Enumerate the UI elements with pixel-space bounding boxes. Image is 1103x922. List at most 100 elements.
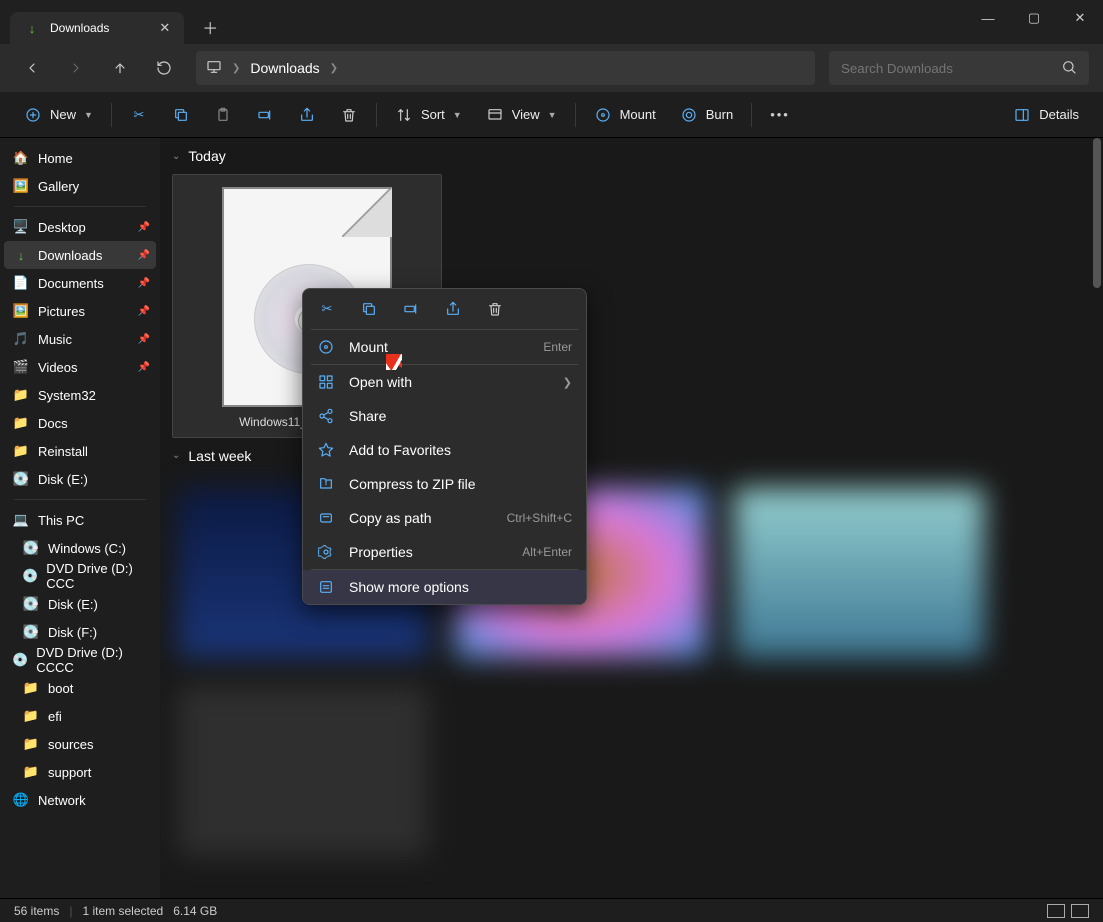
- ellipsis-icon: •••: [770, 107, 790, 122]
- address-bar[interactable]: ❯ Downloads ❯: [196, 51, 815, 85]
- details-pane-button[interactable]: Details: [1003, 98, 1089, 132]
- pictures-icon: 🖼️: [12, 302, 30, 320]
- sidebar-item-disk-e[interactable]: 💽Disk (E:): [4, 465, 156, 493]
- sidebar-item-disk-e2[interactable]: 💽Disk (E:): [4, 590, 156, 618]
- cut-button[interactable]: ✂: [120, 98, 158, 132]
- burn-button[interactable]: Burn: [670, 98, 743, 132]
- sidebar-item-support[interactable]: 📁support: [4, 758, 156, 786]
- ctx-rename-button[interactable]: [401, 299, 421, 319]
- sidebar-item-desktop[interactable]: 🖥️Desktop📌: [4, 213, 156, 241]
- sidebar-item-efi[interactable]: 📁efi: [4, 702, 156, 730]
- ctx-item-copy-path[interactable]: Copy as path Ctrl+Shift+C: [303, 501, 586, 535]
- ctx-item-add-favorites[interactable]: Add to Favorites: [303, 433, 586, 467]
- music-icon: 🎵: [12, 330, 30, 348]
- context-menu: ✂ Mount Enter Open with ❯ Share Add to F…: [302, 288, 587, 605]
- ctx-delete-button[interactable]: [485, 299, 505, 319]
- network-icon: 🌐: [12, 791, 30, 809]
- sidebar-item-disk-f[interactable]: 💽Disk (F:): [4, 618, 156, 646]
- minimize-button[interactable]: —: [965, 0, 1011, 36]
- scrollbar[interactable]: [1093, 138, 1101, 288]
- sidebar-item-gallery[interactable]: 🖼️Gallery: [4, 172, 156, 200]
- copy-icon: [172, 106, 190, 124]
- sidebar-item-windows-c[interactable]: 💽Windows (C:): [4, 534, 156, 562]
- copy-button[interactable]: [162, 98, 200, 132]
- sidebar-item-home[interactable]: 🏠Home: [4, 144, 156, 172]
- ctx-item-show-more[interactable]: Show more options: [303, 570, 586, 604]
- breadcrumb-current[interactable]: Downloads: [250, 60, 319, 76]
- sidebar-item-reinstall[interactable]: 📁Reinstall: [4, 437, 156, 465]
- sidebar-item-dvd-d[interactable]: 💿DVD Drive (D:) CCC: [4, 562, 156, 590]
- file-tile[interactable]: [734, 488, 984, 658]
- scissors-icon: ✂: [130, 106, 148, 124]
- dvd-icon: 💿: [12, 651, 28, 669]
- forward-button[interactable]: [58, 50, 94, 86]
- ctx-item-share[interactable]: Share: [303, 399, 586, 433]
- ctx-item-compress[interactable]: Compress to ZIP file: [303, 467, 586, 501]
- new-tab-button[interactable]: ＋: [202, 15, 218, 39]
- ctx-item-open-with[interactable]: Open with ❯: [303, 365, 586, 399]
- folder-icon: 📁: [22, 707, 40, 725]
- ctx-item-mount[interactable]: Mount Enter: [303, 330, 586, 364]
- chevron-right-icon[interactable]: ❯: [330, 63, 338, 74]
- sidebar-item-this-pc[interactable]: 💻This PC: [4, 506, 156, 534]
- sidebar-item-boot[interactable]: 📁boot: [4, 674, 156, 702]
- sidebar-item-network[interactable]: 🌐Network: [4, 786, 156, 814]
- trash-icon: [340, 106, 358, 124]
- back-button[interactable]: [14, 50, 50, 86]
- ctx-copy-button[interactable]: [359, 299, 379, 319]
- dvd-icon: 💿: [22, 567, 38, 585]
- search-box[interactable]: [829, 51, 1089, 85]
- pin-icon: 📌: [138, 334, 150, 345]
- chevron-right-icon: ❯: [563, 376, 572, 389]
- chevron-down-icon: ▼: [84, 110, 93, 120]
- open-with-icon: [317, 373, 335, 391]
- share-button[interactable]: [288, 98, 326, 132]
- rename-icon: [256, 106, 274, 124]
- sidebar-item-music[interactable]: 🎵Music📌: [4, 325, 156, 353]
- sidebar-item-videos[interactable]: 🎬Videos📌: [4, 353, 156, 381]
- ctx-item-properties[interactable]: Properties Alt+Enter: [303, 535, 586, 569]
- ctx-share-button[interactable]: [443, 299, 463, 319]
- paste-button[interactable]: [204, 98, 242, 132]
- sidebar-item-dvd-d2[interactable]: 💿DVD Drive (D:) CCCC: [4, 646, 156, 674]
- sidebar-item-sources[interactable]: 📁sources: [4, 730, 156, 758]
- ctx-cut-button[interactable]: ✂: [317, 299, 337, 319]
- search-icon[interactable]: [1061, 59, 1077, 78]
- selected-size: 6.14 GB: [173, 904, 217, 918]
- sidebar-item-system32[interactable]: 📁System32: [4, 381, 156, 409]
- pc-icon: 💻: [12, 511, 30, 529]
- new-button[interactable]: New ▼: [14, 98, 103, 132]
- sidebar-item-documents[interactable]: 📄Documents📌: [4, 269, 156, 297]
- maximize-button[interactable]: ▢: [1011, 0, 1057, 36]
- star-icon: [317, 441, 335, 459]
- mount-button[interactable]: Mount: [584, 98, 666, 132]
- view-icon: [486, 106, 504, 124]
- disc-icon: [317, 338, 335, 356]
- search-input[interactable]: [841, 61, 1061, 76]
- chevron-down-icon: ⌄: [172, 151, 180, 162]
- window-tab[interactable]: ↓ Downloads ✕: [10, 12, 184, 44]
- sort-button[interactable]: Sort ▼: [385, 98, 472, 132]
- grid-view-toggle[interactable]: [1071, 904, 1089, 918]
- drive-icon: 💽: [22, 539, 40, 557]
- videos-icon: 🎬: [12, 358, 30, 376]
- up-button[interactable]: [102, 50, 138, 86]
- close-tab-icon[interactable]: ✕: [159, 20, 170, 36]
- sidebar-item-docs[interactable]: 📁Docs: [4, 409, 156, 437]
- chevron-right-icon[interactable]: ❯: [232, 63, 240, 74]
- file-tile[interactable]: [178, 686, 428, 856]
- delete-button[interactable]: [330, 98, 368, 132]
- tab-title: Downloads: [50, 21, 109, 35]
- sidebar-item-downloads[interactable]: ↓Downloads📌: [4, 241, 156, 269]
- close-window-button[interactable]: ✕: [1057, 0, 1103, 36]
- group-header-today[interactable]: ⌄ Today: [160, 138, 1103, 174]
- refresh-button[interactable]: [146, 50, 182, 86]
- pin-icon: 📌: [138, 278, 150, 289]
- sidebar-item-pictures[interactable]: 🖼️Pictures📌: [4, 297, 156, 325]
- properties-icon: [317, 543, 335, 561]
- more-button[interactable]: •••: [760, 98, 800, 132]
- item-count: 56 items: [14, 904, 59, 918]
- view-button[interactable]: View ▼: [476, 98, 567, 132]
- rename-button[interactable]: [246, 98, 284, 132]
- list-view-toggle[interactable]: [1047, 904, 1065, 918]
